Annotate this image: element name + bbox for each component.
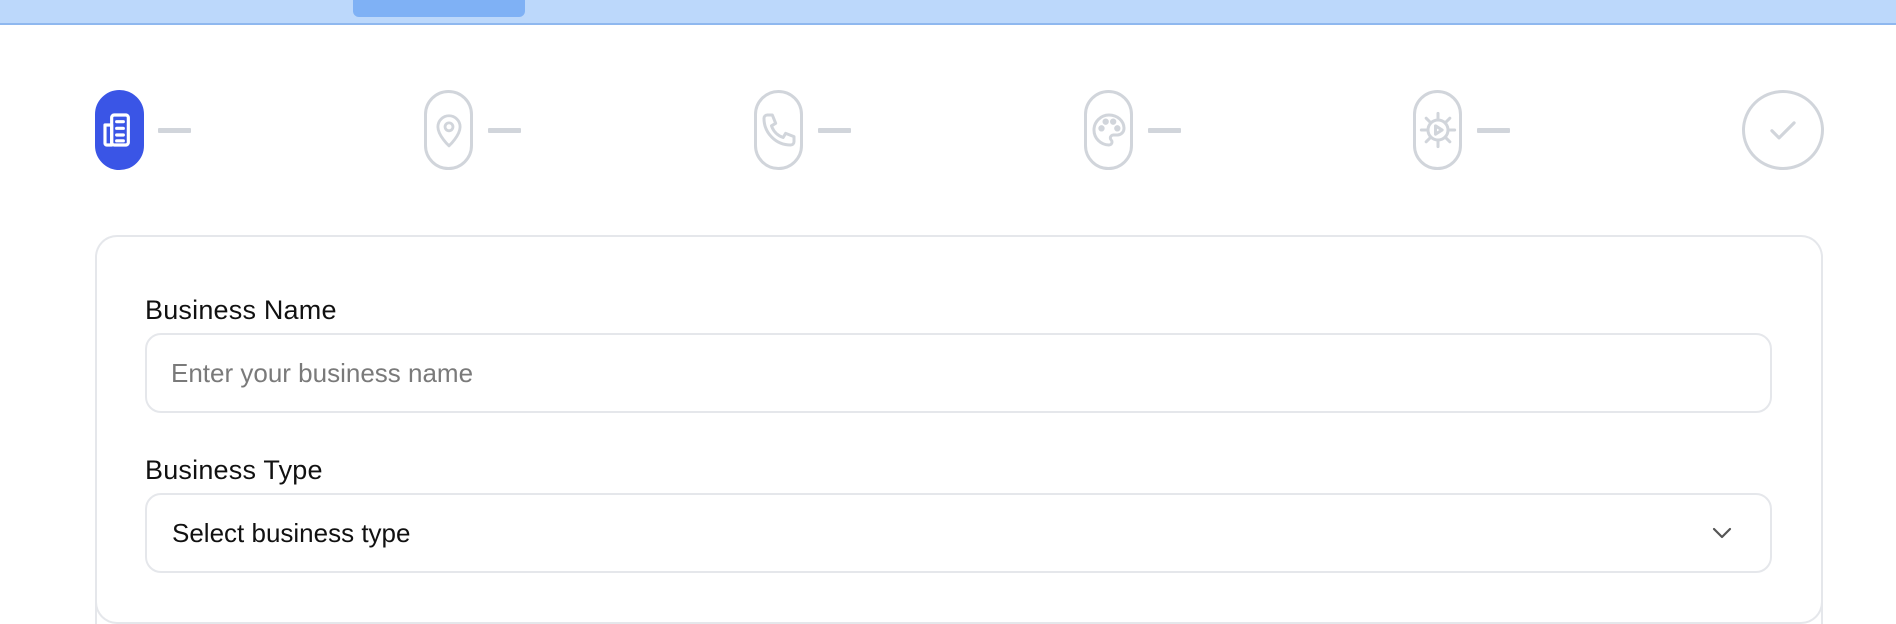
business-type-label: Business Type <box>145 455 323 485</box>
onboarding-stepper <box>0 90 1896 172</box>
business-name-field[interactable] <box>145 333 1772 413</box>
business-type-selected: Select business type <box>172 518 411 548</box>
step-business[interactable] <box>95 90 144 170</box>
business-name-input[interactable] <box>171 335 1731 411</box>
step-connector <box>158 128 191 133</box>
business-type-select[interactable]: Select business type <box>145 493 1772 573</box>
step-connector <box>818 128 851 133</box>
chevron-down-icon <box>1710 523 1734 548</box>
check-icon <box>1764 111 1802 149</box>
building-icon <box>100 110 140 150</box>
step-connector <box>1477 128 1510 133</box>
step-connector <box>488 128 521 133</box>
step-settings[interactable] <box>1413 90 1462 170</box>
step-complete[interactable] <box>1742 90 1824 170</box>
step-branding[interactable] <box>1084 90 1133 170</box>
business-name-label: Business Name <box>145 295 337 325</box>
browser-top-bar <box>0 0 1896 25</box>
palette-icon <box>1089 110 1129 150</box>
phone-icon <box>759 110 799 150</box>
top-tab[interactable] <box>353 0 525 17</box>
settings-play-icon <box>1418 110 1458 150</box>
step-connector <box>1148 128 1181 133</box>
step-location[interactable] <box>424 90 473 170</box>
map-pin-icon <box>430 111 468 149</box>
step-contact[interactable] <box>754 90 803 170</box>
card-bottom-edge <box>95 600 1823 624</box>
